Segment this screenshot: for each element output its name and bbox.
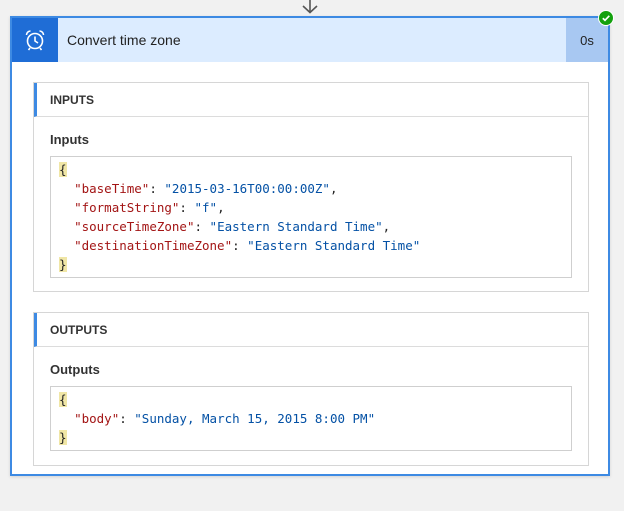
inputs-section-header[interactable]: INPUTS (34, 83, 588, 117)
outputs-label: Outputs (50, 362, 100, 377)
json-line: "baseTime": "2015-03-16T00:00:00Z", (74, 181, 338, 196)
open-brace: { (59, 162, 67, 177)
action-header[interactable]: Convert time zone 0s (12, 18, 608, 62)
open-brace: { (59, 392, 67, 407)
inputs-json-box[interactable]: { "baseTime": "2015-03-16T00:00:00Z", "f… (50, 156, 572, 278)
check-icon (602, 15, 610, 22)
alarm-clock-icon (25, 30, 45, 51)
json-line: "body": "Sunday, March 15, 2015 8:00 PM" (74, 411, 376, 426)
close-brace: } (59, 257, 67, 272)
json-line: "destinationTimeZone": "Eastern Standard… (74, 238, 421, 253)
close-brace: } (59, 430, 67, 445)
action-title: Convert time zone (67, 32, 181, 48)
outputs-section-header[interactable]: OUTPUTS (34, 313, 588, 347)
outputs-section: OUTPUTS Outputs { "body": "Sunday, March… (33, 312, 589, 466)
action-icon-box (12, 18, 58, 62)
inputs-section: INPUTS Inputs { "baseTime": "2015-03-16T… (33, 82, 589, 292)
outputs-json-box[interactable]: { "body": "Sunday, March 15, 2015 8:00 P… (50, 386, 572, 451)
json-line: "formatString": "f", (74, 200, 225, 215)
success-status-badge (598, 10, 614, 26)
inputs-label: Inputs (50, 132, 89, 147)
action-card: Convert time zone 0s INPUTS Inputs { "ba… (10, 10, 614, 476)
arrow-down-icon (302, 0, 318, 14)
json-line: "sourceTimeZone": "Eastern Standard Time… (74, 219, 391, 234)
